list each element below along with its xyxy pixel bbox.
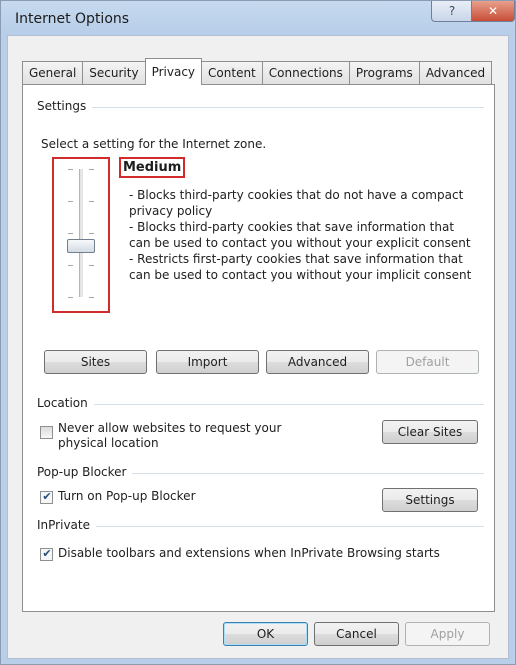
slider-tick xyxy=(89,169,94,170)
inprivate-checkbox[interactable]: ✔ xyxy=(40,547,53,561)
slider-tick xyxy=(89,265,94,266)
close-button[interactable]: ✕ xyxy=(471,1,515,22)
apply-button[interactable]: Apply xyxy=(405,622,490,646)
slider-tick xyxy=(68,201,73,202)
popup-group-label: Pop-up Blocker xyxy=(37,465,133,479)
slider-track[interactable] xyxy=(79,169,84,297)
slider-tick xyxy=(68,297,73,298)
slider-tick xyxy=(89,201,94,202)
tab-security[interactable]: Security xyxy=(82,61,146,84)
advanced-button[interactable]: Advanced xyxy=(266,350,369,374)
description-line: - Restricts first-party cookies that sav… xyxy=(129,252,472,282)
tab-general[interactable]: General xyxy=(22,61,84,84)
slider-tick xyxy=(89,297,94,298)
tab-programs[interactable]: Programs xyxy=(348,61,420,84)
close-icon: ✕ xyxy=(487,4,499,18)
tab-strip: General Security Privacy Content Connect… xyxy=(22,58,493,85)
window-title: Internet Options xyxy=(15,11,130,27)
tab-content[interactable]: Content xyxy=(201,61,263,84)
privacy-level-slider[interactable] xyxy=(52,157,110,313)
slider-thumb[interactable] xyxy=(67,239,95,253)
slider-tick xyxy=(89,233,94,234)
description-line: - Blocks third-party cookies that do not… xyxy=(129,188,464,218)
help-icon: ? xyxy=(448,4,456,18)
location-group-divider xyxy=(43,404,484,405)
clear-sites-button[interactable]: Clear Sites xyxy=(382,420,478,444)
internet-options-dialog: Internet Options ? ✕ General Security Pr… xyxy=(0,0,516,665)
inprivate-checkbox-label[interactable]: Disable toolbars and extensions when InP… xyxy=(58,546,440,561)
ok-button[interactable]: OK xyxy=(223,622,308,646)
checkmark-icon: ✔ xyxy=(42,547,52,560)
inprivate-group-label: InPrivate xyxy=(37,518,96,532)
checkmark-icon: ✔ xyxy=(42,490,52,503)
location-checkbox-label[interactable]: Never allow websites to request your phy… xyxy=(58,421,298,451)
tab-privacy[interactable]: Privacy xyxy=(144,58,203,85)
sites-button[interactable]: Sites xyxy=(44,350,147,374)
slider-tick xyxy=(68,169,73,170)
popup-blocker-label[interactable]: Turn on Pop-up Blocker xyxy=(58,489,196,504)
location-checkbox[interactable] xyxy=(40,426,53,439)
zone-instruction: Select a setting for the Internet zone. xyxy=(41,137,267,151)
slider-tick xyxy=(68,233,73,234)
inprivate-group-divider xyxy=(43,526,484,527)
popup-settings-button[interactable]: Settings xyxy=(382,488,478,512)
default-button[interactable]: Default xyxy=(376,350,479,374)
tab-advanced[interactable]: Advanced xyxy=(418,61,493,84)
dialog-body: General Security Privacy Content Connect… xyxy=(7,35,509,659)
import-button[interactable]: Import xyxy=(156,350,259,374)
help-button[interactable]: ? xyxy=(431,1,473,22)
title-bar[interactable]: Internet Options ? ✕ xyxy=(1,1,515,35)
tab-connections[interactable]: Connections xyxy=(261,61,350,84)
privacy-tab-panel: Settings Select a setting for the Intern… xyxy=(22,84,495,612)
location-group-label: Location xyxy=(37,396,94,410)
settings-group-label: Settings xyxy=(37,99,93,113)
popup-blocker-checkbox[interactable]: ✔ xyxy=(40,490,53,504)
privacy-level-name: Medium xyxy=(119,157,186,178)
privacy-level-description: - Blocks third-party cookies that do not… xyxy=(129,187,474,283)
cancel-button[interactable]: Cancel xyxy=(314,622,399,646)
slider-tick xyxy=(68,265,73,266)
description-line: - Blocks third-party cookies that save i… xyxy=(129,220,471,250)
settings-group-divider xyxy=(43,107,484,108)
